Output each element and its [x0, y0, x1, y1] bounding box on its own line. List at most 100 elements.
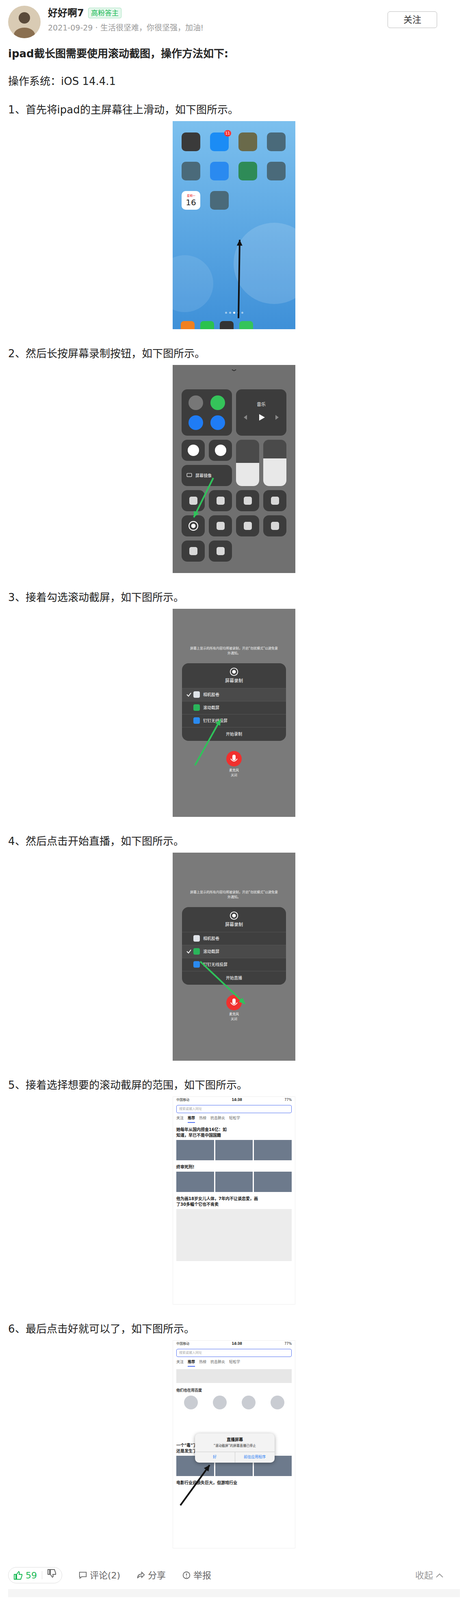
mic-toggle[interactable]: 麦克风关闭 [225, 994, 243, 1022]
check-icon [186, 961, 192, 967]
app-icon[interactable] [210, 161, 229, 181]
broadcast-option[interactable]: 相机胶卷 [182, 931, 286, 945]
feed-tab[interactable]: 关注 [176, 1115, 184, 1123]
mirror-tile[interactable]: 屏幕镜像 [181, 464, 232, 486]
mic-label: 麦克风 [229, 1011, 239, 1017]
author-name[interactable]: 好好啊7 [47, 5, 85, 21]
check-icon [186, 717, 192, 724]
broadcast-option[interactable]: 滚动截屏 [182, 944, 286, 958]
toggle-icon[interactable] [210, 395, 226, 410]
person-avatar[interactable] [270, 1395, 285, 1409]
person-avatar[interactable] [212, 1395, 227, 1409]
author-row: 好好啊7高粉答主 [47, 5, 204, 21]
news-item[interactable]: 电影行业迎损失巨大，但游戏行业 [173, 1479, 295, 1486]
mic-toggle[interactable]: 麦克风关闭 [225, 750, 243, 778]
app-icon[interactable] [266, 132, 286, 152]
dialog-button[interactable]: 好 [195, 1451, 235, 1463]
feed-tab[interactable]: 关注 [176, 1358, 184, 1367]
dialog-button[interactable]: 前往应用程序 [234, 1451, 276, 1463]
calendar-icon[interactable]: 星期一16 [181, 190, 201, 210]
control-icon [189, 546, 198, 555]
start-button[interactable]: 开始直播 [182, 970, 286, 985]
app-icon[interactable] [238, 132, 258, 152]
screen-record-button[interactable] [181, 515, 205, 537]
toggle-icon[interactable] [188, 395, 204, 410]
broadcast-dialog: 直播屏幕“滚动截屏”的屏幕直播已停止好前往应用程序 [195, 1432, 275, 1463]
like-button[interactable]: 59 [13, 1568, 37, 1582]
toggle-icon[interactable] [210, 415, 226, 430]
volume-slider[interactable] [263, 439, 287, 486]
broadcast-option[interactable]: 相机胶卷 [182, 687, 286, 701]
search-bar[interactable]: 搜索或输入网址 [176, 1104, 292, 1113]
panel-heading: 屏幕录制 [182, 677, 286, 685]
follow-button[interactable]: 关注 [387, 11, 438, 29]
share-button[interactable]: 分享 [136, 1568, 166, 1582]
app-icon [193, 960, 200, 968]
dock-icon[interactable] [219, 320, 234, 330]
control-button[interactable] [208, 515, 232, 537]
app-icon[interactable] [238, 161, 258, 181]
app-icon[interactable] [266, 161, 286, 181]
brightness-slider[interactable] [236, 439, 260, 486]
news-item[interactable]: 他为画18岁女儿人体，7年内不让谈恋爱，画了30多幅个它也不肯卖 [173, 1195, 295, 1261]
control-icon [270, 521, 280, 530]
section-title: 他们也在用百度 [173, 1387, 295, 1394]
app-icon[interactable] [181, 161, 201, 181]
arrow-icon [173, 1340, 295, 1548]
news-item[interactable]: 她每年从国内捞金16亿：如知道，早已不是中国国籍 [173, 1126, 295, 1160]
answer-title: ipad截长图需要使用滚动截图，操作方法如下: [8, 46, 460, 61]
person-avatar[interactable] [184, 1395, 198, 1409]
feed-tab[interactable]: 轻松学 [229, 1115, 241, 1123]
music-tile[interactable]: 音乐 [236, 389, 287, 436]
control-button[interactable] [181, 489, 205, 512]
avatar[interactable] [8, 5, 41, 39]
search-bar[interactable]: 搜索或输入网址 [176, 1348, 292, 1357]
rotation-lock-tile[interactable] [181, 439, 205, 461]
control-button[interactable] [181, 540, 205, 562]
report-button[interactable]: 举报 [182, 1568, 212, 1582]
step-screenshot: 屏幕上显示的所有内容均将被录制，开启“勿扰模式”以避免意外通知。屏幕录制相机胶卷… [172, 608, 296, 817]
news-title: 终审死刑! [176, 1163, 292, 1170]
app-icon[interactable] [210, 190, 229, 210]
collapse-button[interactable]: 收起 [415, 1568, 444, 1582]
chevron-up-icon [435, 1571, 444, 1578]
dock-icon[interactable] [200, 320, 215, 330]
feed-tab[interactable]: 抗击肺炎 [210, 1358, 226, 1367]
broadcast-option[interactable]: 滚动截屏 [182, 700, 286, 714]
control-button[interactable] [263, 515, 287, 537]
control-icon [216, 521, 225, 530]
feed-tab[interactable]: 推荐 [187, 1115, 195, 1123]
page-dot [233, 311, 236, 314]
author-badge: 高粉答主 [88, 7, 122, 19]
dnd-tile[interactable] [208, 439, 232, 461]
control-button[interactable] [208, 540, 232, 562]
news-photo [215, 1171, 254, 1192]
app-icon[interactable] [181, 132, 201, 152]
control-button[interactable] [263, 489, 287, 512]
control-button[interactable] [208, 489, 232, 512]
page-dot [241, 311, 244, 314]
toggle-icon[interactable] [188, 415, 204, 430]
feed-tab[interactable]: 热榜 [199, 1115, 207, 1123]
dialog-body: “滚动截屏”的屏幕直播已停止 [195, 1442, 275, 1452]
control-button[interactable] [236, 489, 260, 512]
feed-tabs: 关注推荐热榜抗击肺炎轻松学 [173, 1115, 295, 1123]
arrow-icon [172, 121, 296, 330]
dock-icon[interactable] [239, 320, 254, 330]
step: 2、然后长按屏幕录制按钮，如下图所示。音乐屏幕镜像 [8, 346, 460, 573]
feed-tab[interactable]: 热榜 [199, 1358, 207, 1367]
person-avatar[interactable] [241, 1395, 256, 1409]
broadcast-option[interactable]: 钉钉无线投屏 [182, 957, 286, 971]
dock-icon[interactable] [180, 320, 195, 330]
feed-tab[interactable]: 推荐 [187, 1358, 195, 1367]
comment-button[interactable]: 评论(2) [78, 1568, 121, 1582]
control-button[interactable] [236, 515, 260, 537]
app-icon[interactable]: 11 [210, 132, 229, 152]
start-button[interactable]: 开始录制 [182, 726, 286, 741]
broadcast-option[interactable]: 钉钉无线投屏 [182, 713, 286, 727]
news-item[interactable]: 终审死刑! [173, 1163, 295, 1192]
divider [41, 1570, 43, 1579]
dislike-button[interactable] [47, 1568, 57, 1582]
feed-tab[interactable]: 抗击肺炎 [210, 1115, 226, 1123]
feed-tab[interactable]: 轻松学 [229, 1358, 241, 1367]
